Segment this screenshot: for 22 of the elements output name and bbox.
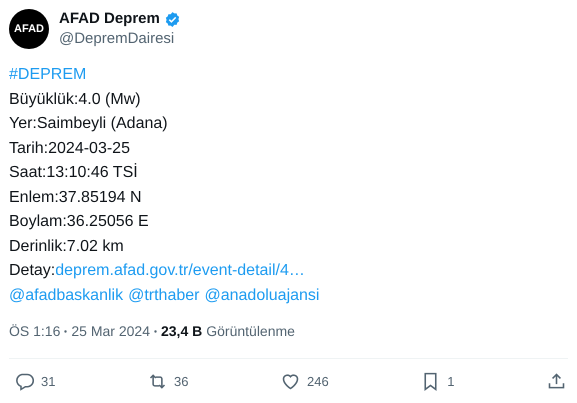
repost-button[interactable]: 36 xyxy=(147,371,188,392)
body-text: Enlem:37.85194 N xyxy=(9,188,142,208)
body-text: Boylam:36.25056 E xyxy=(9,212,149,232)
author-handle[interactable]: @DepremDairesi xyxy=(59,29,181,49)
separator-dot xyxy=(64,330,68,333)
post-time[interactable]: ÖS 1:16 xyxy=(9,321,60,342)
body-text: Yer:Saimbeyli (Adana) xyxy=(9,114,168,134)
views-label: Görüntülenme xyxy=(206,322,295,341)
post-date[interactable]: 25 Mar 2024 xyxy=(71,321,150,342)
comment-bubble-icon xyxy=(14,371,35,392)
view-count: 23,4 B xyxy=(160,322,202,341)
bookmark-button[interactable]: 1 xyxy=(420,371,454,392)
avatar[interactable]: AFAD xyxy=(9,9,49,49)
body-text: Derinlik:7.02 km xyxy=(9,236,124,256)
like-button[interactable]: 246 xyxy=(280,371,329,392)
separator-dot xyxy=(154,330,157,333)
body-text: Saat:13:10:46 TSİ xyxy=(9,162,138,183)
body-text: Detay: xyxy=(9,261,56,281)
body-text: Büyüklük:4.0 (Mw) xyxy=(9,90,141,110)
reply-button[interactable]: 31 xyxy=(14,371,56,392)
body-text: Tarih:2024-03-25 xyxy=(9,138,130,158)
author-name[interactable]: AFAD Deprem xyxy=(59,9,160,29)
